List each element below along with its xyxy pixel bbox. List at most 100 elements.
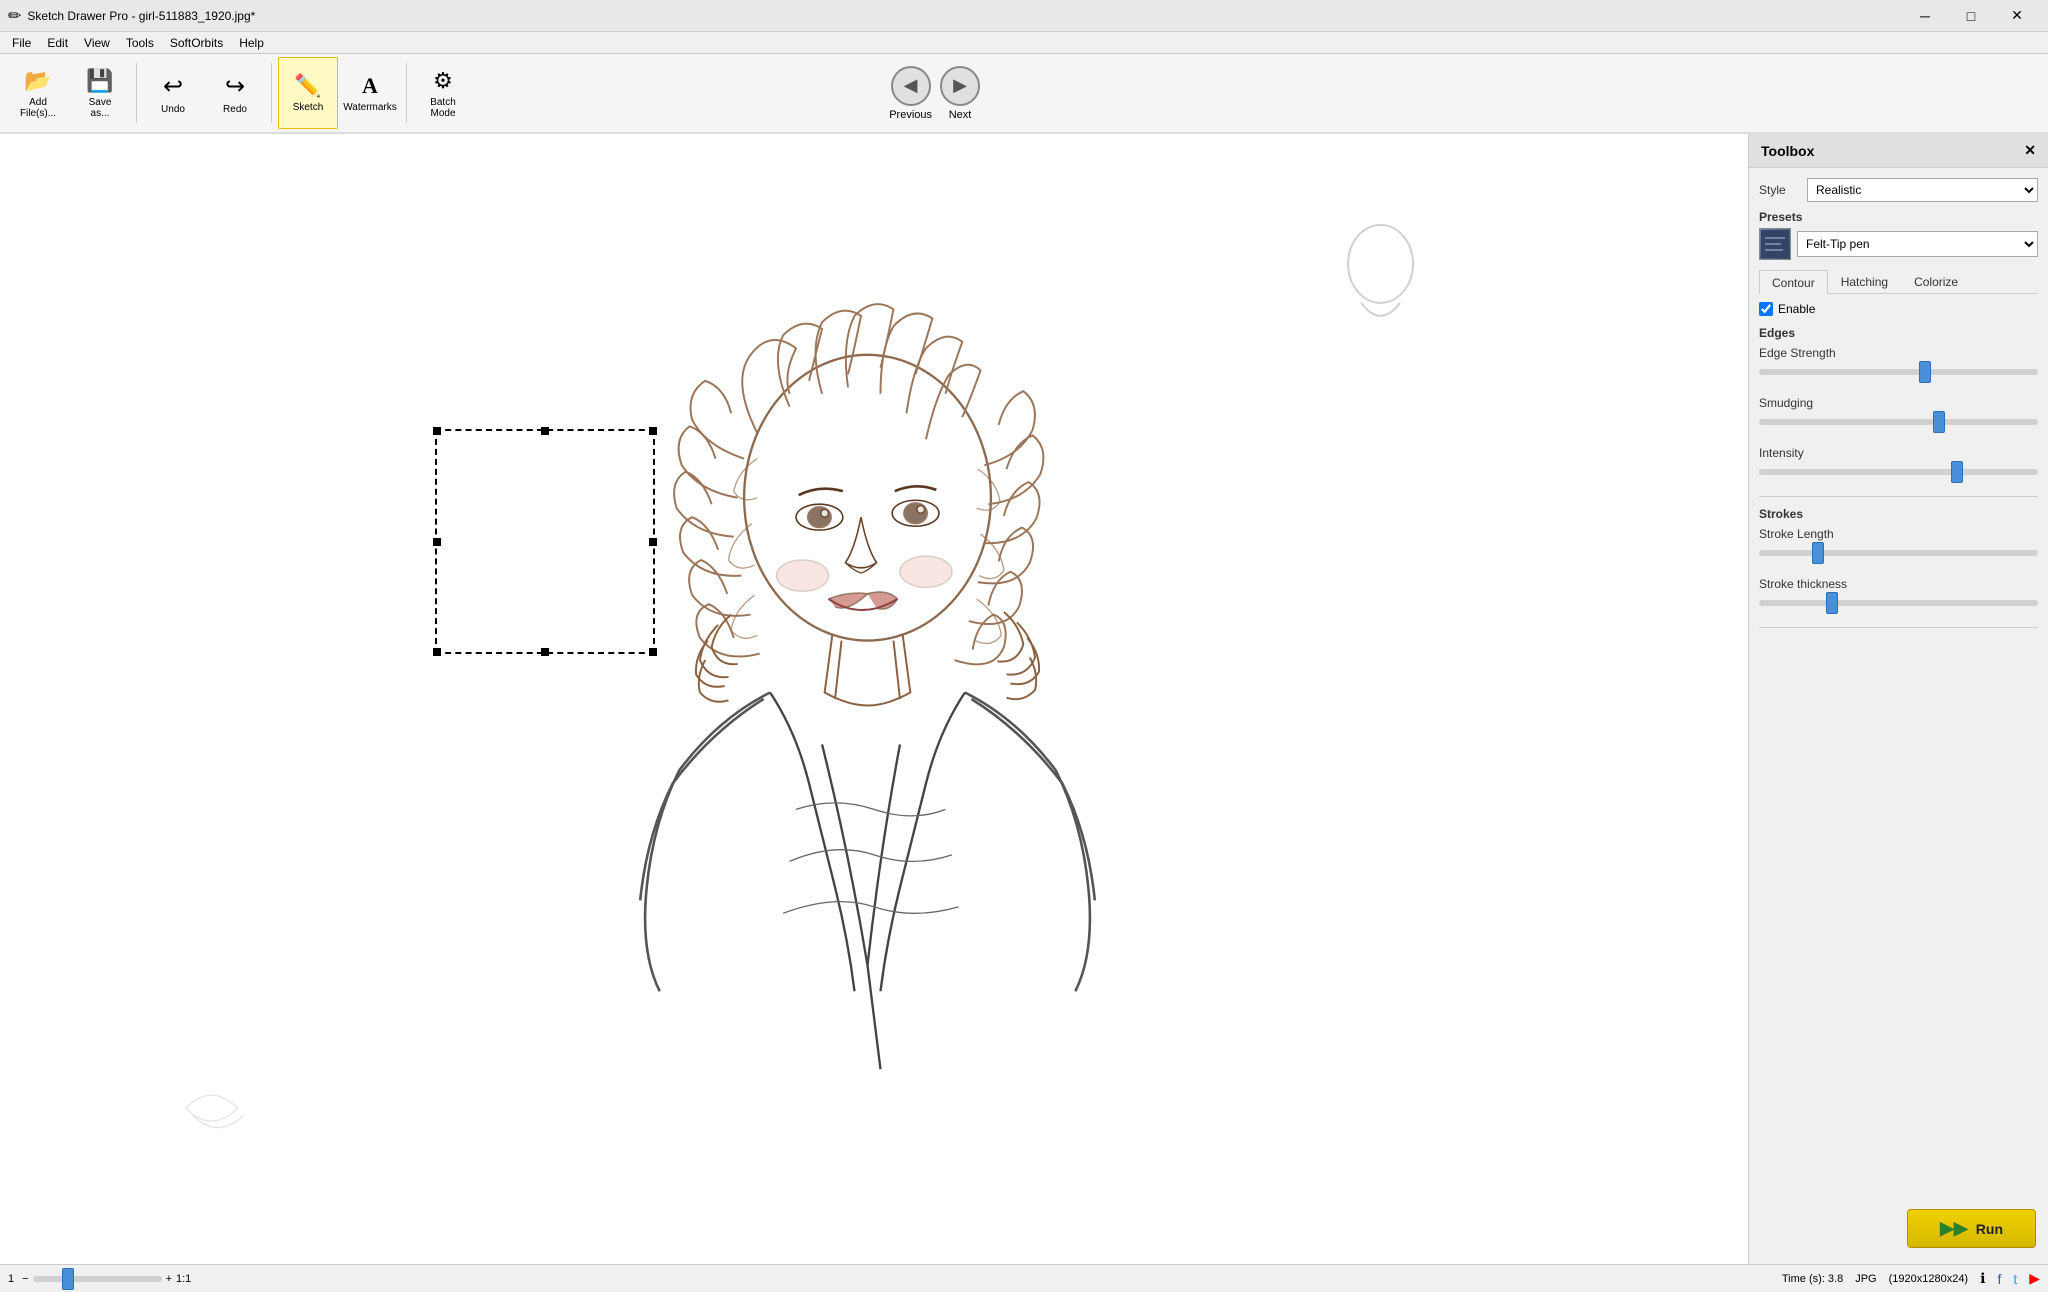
watermarks-button[interactable]: A Watermarks [340, 57, 400, 129]
toolbar-sep-3 [406, 63, 407, 123]
tab-contour[interactable]: Contour [1759, 270, 1828, 294]
run-area: ▶▶ Run [1749, 1193, 2048, 1264]
undo-icon: ↩ [163, 72, 183, 101]
stroke-thickness-label: Stroke thickness [1759, 577, 2038, 591]
batch-icon: ⚙ [433, 68, 453, 94]
status-left: 1 − + 1:1 [8, 1270, 191, 1288]
toolbox-body: Style Realistic Pencil Charcoal Ink Pres… [1749, 168, 2048, 1193]
title-bar-controls: ─ □ ✕ [1902, 0, 2040, 32]
intensity-group: Intensity [1759, 446, 2038, 484]
intensity-label: Intensity [1759, 446, 2038, 460]
youtube-icon[interactable]: ▶ [2029, 1270, 2040, 1287]
title-bar: ✏ Sketch Drawer Pro - girl-511883_1920.j… [0, 0, 2048, 32]
title-bar-left: ✏ Sketch Drawer Pro - girl-511883_1920.j… [8, 6, 255, 26]
tab-colorize[interactable]: Colorize [1901, 270, 1971, 293]
menu-view[interactable]: View [76, 34, 118, 52]
minimize-button[interactable]: ─ [1902, 0, 1948, 32]
toolbar: 📂 Add File(s)... 💾 Save as... ↩ Undo ↪ R… [0, 54, 2048, 134]
watermarks-icon: A [362, 73, 378, 99]
maximize-button[interactable]: □ [1948, 0, 1994, 32]
previous-label: Previous [889, 109, 932, 121]
canvas-area[interactable] [0, 134, 1748, 1264]
zoom-controls: − + 1:1 [22, 1270, 191, 1288]
enable-checkbox[interactable] [1759, 302, 1773, 316]
window-title: Sketch Drawer Pro - girl-511883_1920.jpg… [27, 9, 255, 23]
undo-button[interactable]: ↩ Undo [143, 57, 203, 129]
run-icon: ▶▶ [1940, 1218, 1968, 1239]
undo-label: Undo [161, 104, 185, 115]
batch-mode-button[interactable]: ⚙ Batch Mode [413, 57, 473, 129]
stroke-thickness-slider[interactable] [1759, 594, 2038, 612]
next-button[interactable]: ▶ Next [940, 66, 980, 121]
redo-button[interactable]: ↪ Redo [205, 57, 265, 129]
status-bar: 1 − + 1:1 Time (s): 3.8 JPG (1920x1280x2… [0, 1264, 2048, 1292]
stroke-length-label: Stroke Length [1759, 527, 2038, 541]
toolbar-sep-1 [136, 63, 137, 123]
tabs-row: Contour Hatching Colorize [1759, 270, 2038, 294]
smudging-slider[interactable] [1759, 413, 2038, 431]
presets-select[interactable]: Felt-Tip pen Pencil Sketch Charcoal Ink … [1797, 231, 2038, 257]
enable-row: Enable [1759, 302, 2038, 316]
style-select[interactable]: Realistic Pencil Charcoal Ink [1807, 178, 2038, 202]
edges-label: Edges [1759, 326, 2038, 340]
enable-label: Enable [1778, 302, 1815, 316]
add-file-button[interactable]: 📂 Add File(s)... [8, 57, 68, 129]
watermarks-label: Watermarks [343, 102, 397, 113]
sketch-label: Sketch [293, 102, 324, 113]
zoom-slider[interactable] [33, 1270, 162, 1288]
presets-row: Felt-Tip pen Pencil Sketch Charcoal Ink … [1759, 228, 2038, 260]
edges-section: Edges Edge Strength Smudging Intensity [1759, 326, 2038, 484]
strokes-label: Strokes [1759, 507, 2038, 521]
page-indicator: 1 [8, 1273, 14, 1285]
sketch-icon: ✏️ [294, 73, 321, 99]
twitter-icon[interactable]: t [2013, 1271, 2017, 1287]
add-file-label: Add File(s)... [20, 97, 56, 119]
facebook-icon[interactable]: f [1997, 1271, 2001, 1287]
previous-circle: ◀ [891, 66, 931, 106]
zoom-in-icon[interactable]: + [166, 1273, 172, 1285]
save-as-button[interactable]: 💾 Save as... [70, 57, 130, 129]
batch-label: Batch Mode [430, 97, 456, 119]
toolbox-header: Toolbox ✕ [1749, 134, 2048, 168]
format-label: JPG [1855, 1273, 1876, 1285]
menu-edit[interactable]: Edit [39, 34, 76, 52]
stroke-thickness-group: Stroke thickness [1759, 577, 2038, 615]
run-button[interactable]: ▶▶ Run [1907, 1209, 2036, 1248]
zoom-level: 1:1 [176, 1273, 191, 1285]
menu-help[interactable]: Help [231, 34, 272, 52]
edge-strength-group: Edge Strength [1759, 346, 2038, 384]
stroke-length-slider[interactable] [1759, 544, 2038, 562]
main-layout: Toolbox ✕ Style Realistic Pencil Charcoa… [0, 134, 2048, 1264]
menu-softorbits[interactable]: SoftOrbits [162, 34, 231, 52]
toolbox-title: Toolbox [1761, 143, 1814, 159]
sketch-button[interactable]: ✏️ Sketch [278, 57, 338, 129]
toolbar-sep-2 [271, 63, 272, 123]
edge-strength-slider[interactable] [1759, 363, 2038, 381]
close-button[interactable]: ✕ [1994, 0, 2040, 32]
sketch-content [0, 134, 1748, 1264]
time-label: Time (s): 3.8 [1782, 1273, 1843, 1285]
previous-button[interactable]: ◀ Previous [889, 66, 932, 121]
stroke-length-group: Stroke Length [1759, 527, 2038, 565]
style-row: Style Realistic Pencil Charcoal Ink [1759, 178, 2038, 202]
next-label: Next [949, 109, 972, 121]
redo-label: Redo [223, 104, 247, 115]
menu-tools[interactable]: Tools [118, 34, 162, 52]
status-right: Time (s): 3.8 JPG (1920x1280x24) ℹ f t ▶ [1782, 1270, 2040, 1287]
tab-hatching[interactable]: Hatching [1828, 270, 1901, 293]
presets-icon [1759, 228, 1791, 260]
toolbox-panel: Toolbox ✕ Style Realistic Pencil Charcoa… [1748, 134, 2048, 1264]
strokes-section: Strokes Stroke Length Stroke thickness [1759, 507, 2038, 615]
menu-file[interactable]: File [4, 34, 39, 52]
intensity-slider[interactable] [1759, 463, 2038, 481]
app-logo-icon: ✏ [8, 6, 21, 26]
presets-section: Presets Felt-Tip pen Pencil Sketch C [1759, 210, 2038, 260]
smudging-label: Smudging [1759, 396, 2038, 410]
zoom-out-icon[interactable]: − [22, 1273, 28, 1285]
redo-icon: ↪ [225, 72, 245, 101]
toolbox-close-icon[interactable]: ✕ [2024, 142, 2036, 159]
divider-2 [1759, 627, 2038, 628]
edge-strength-label: Edge Strength [1759, 346, 2038, 360]
presets-label: Presets [1759, 210, 2038, 224]
divider-1 [1759, 496, 2038, 497]
